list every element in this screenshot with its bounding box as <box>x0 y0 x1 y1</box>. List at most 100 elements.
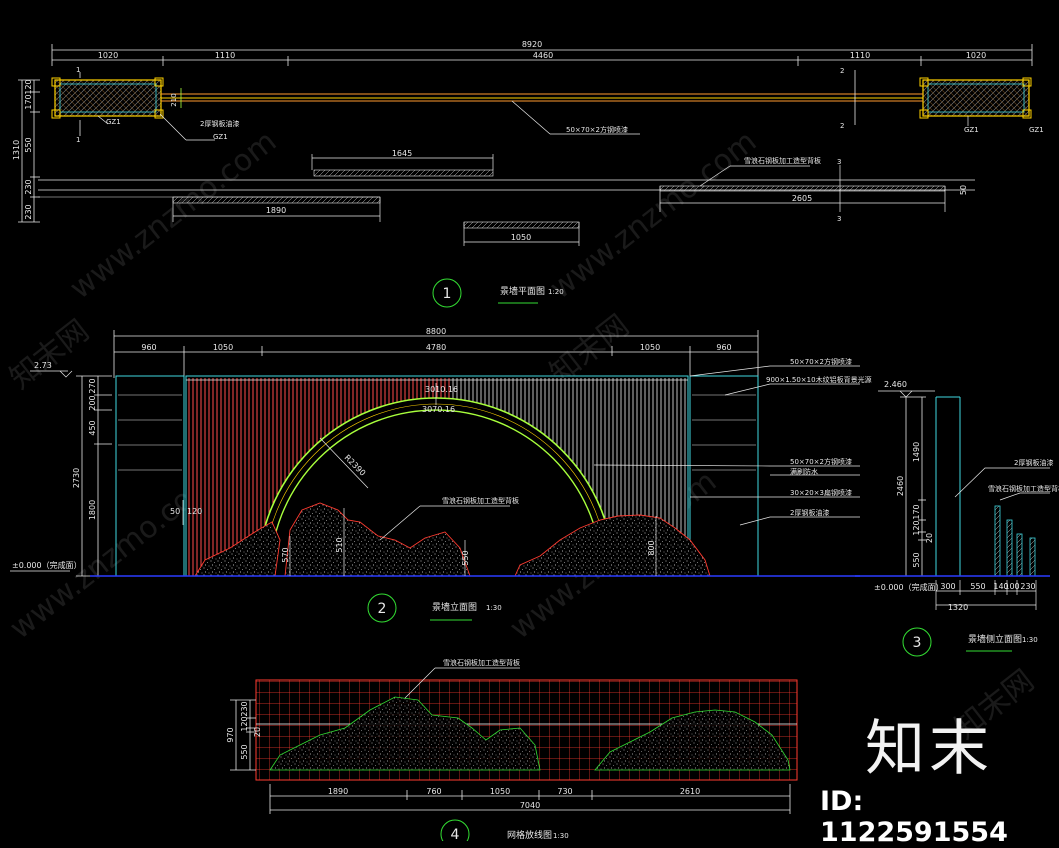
svg-text:2厚钢板油漆: 2厚钢板油漆 <box>790 508 829 517</box>
title-plan: 景墙平面图 <box>500 285 545 297</box>
svg-text:20: 20 <box>253 727 262 737</box>
svg-text:2610: 2610 <box>680 787 700 796</box>
svg-text:230: 230 <box>240 701 249 716</box>
svg-text:100: 100 <box>1004 582 1019 591</box>
svg-text:1050: 1050 <box>490 787 510 796</box>
svg-text:20: 20 <box>925 533 934 543</box>
dim-3: 4460 <box>533 51 553 60</box>
grid-layout: 雪浪石钢板加工造型背板 230 120 20 550 970 1890 760 … <box>226 658 798 841</box>
svg-text:满刷防水: 满刷防水 <box>790 467 818 476</box>
svg-text:170: 170 <box>24 94 33 109</box>
title-elevation: 景墙立面图 <box>432 601 477 613</box>
svg-text:210: 210 <box>170 93 178 106</box>
svg-text:570: 570 <box>281 547 290 562</box>
title-number-1: 1 <box>443 286 452 302</box>
svg-text:GZ1: GZ1 <box>1029 126 1044 134</box>
svg-text:1890: 1890 <box>328 787 348 796</box>
svg-text:3: 3 <box>837 158 841 166</box>
title-side: 景墙侧立面图 <box>968 633 1022 645</box>
svg-text:1645: 1645 <box>392 149 412 158</box>
svg-text:1050: 1050 <box>511 233 531 242</box>
svg-text:3070.16: 3070.16 <box>422 405 455 414</box>
svg-text:50: 50 <box>959 185 968 195</box>
svg-text:1:30: 1:30 <box>1022 636 1038 644</box>
svg-text:2.460: 2.460 <box>884 380 907 389</box>
svg-text:雪浪石钢板加工造型背板: 雪浪石钢板加工造型背板 <box>443 658 520 667</box>
col-label: GZ1 <box>106 118 121 126</box>
svg-text:120: 120 <box>912 520 921 535</box>
title-grid: 网格放线图 <box>507 829 552 841</box>
svg-text:1:20: 1:20 <box>548 288 564 296</box>
title-number-3: 3 <box>913 635 922 651</box>
svg-text:800: 800 <box>647 540 656 555</box>
svg-text:50: 50 <box>170 507 180 516</box>
dim-4: 1110 <box>850 51 870 60</box>
svg-text:510: 510 <box>335 537 344 552</box>
title-number-2: 2 <box>378 601 387 617</box>
svg-text:雪浪石钢板加工造型背板: 雪浪石钢板加工造型背板 <box>744 156 821 165</box>
svg-text:雪浪石钢板加工造型背板: 雪浪石钢板加工造型背板 <box>988 484 1059 493</box>
svg-text:1490: 1490 <box>912 442 921 462</box>
svg-text:550: 550 <box>970 582 985 591</box>
svg-text:1890: 1890 <box>266 206 286 215</box>
title-number-4: 4 <box>451 827 460 841</box>
dim-2: 1110 <box>215 51 235 60</box>
svg-text:2厚钢板油漆: 2厚钢板油漆 <box>1014 458 1053 467</box>
svg-text:550: 550 <box>24 137 33 152</box>
svg-text:±0.000（完成面）: ±0.000（完成面） <box>874 582 944 592</box>
svg-text:960: 960 <box>716 343 731 352</box>
image-id: ID: 1122591554 <box>820 786 1008 848</box>
svg-text:450: 450 <box>88 420 97 435</box>
svg-text:7040: 7040 <box>520 801 540 810</box>
side-elevation: 2.460 2460 1490 170 120 20 550 ±0.000（完成… <box>855 380 1059 657</box>
svg-text:1800: 1800 <box>88 500 97 520</box>
svg-text:2.73: 2.73 <box>34 361 52 370</box>
svg-text:1:30: 1:30 <box>486 604 502 612</box>
dim-1: 1020 <box>98 51 118 60</box>
svg-text:2: 2 <box>840 67 844 75</box>
pipe-label: 50×70×2方钢喷漆 <box>566 125 628 134</box>
front-elevation: 8800 960 1050 4780 1050 960 2.73 ±0.000（… <box>10 327 872 623</box>
svg-text:900×1.50×10木纹铝板背景光源: 900×1.50×10木纹铝板背景光源 <box>766 375 872 384</box>
dim-total: 8920 <box>522 40 542 49</box>
svg-text:1310: 1310 <box>12 140 21 160</box>
svg-text:200: 200 <box>88 395 97 410</box>
svg-text:2厚钢板油漆: 2厚钢板油漆 <box>200 119 239 128</box>
svg-text:230: 230 <box>24 204 33 219</box>
svg-text:300: 300 <box>940 582 955 591</box>
svg-text:970: 970 <box>226 727 235 742</box>
svg-text:120: 120 <box>187 507 202 516</box>
svg-text:550: 550 <box>912 552 921 567</box>
svg-text:3010.16: 3010.16 <box>425 385 458 394</box>
svg-text:3: 3 <box>837 215 841 223</box>
svg-text:550: 550 <box>461 550 470 565</box>
svg-text:GZ1: GZ1 <box>964 126 979 134</box>
svg-text:120: 120 <box>240 716 249 731</box>
svg-text:760: 760 <box>426 787 441 796</box>
svg-text:30×20×3扁钢喷漆: 30×20×3扁钢喷漆 <box>790 488 852 497</box>
plan-view: 8920 1020 1110 4460 1110 1020 120 170 55… <box>12 40 1044 308</box>
svg-text:50×70×2方钢喷漆: 50×70×2方钢喷漆 <box>790 357 852 366</box>
svg-text:1:30: 1:30 <box>553 832 569 840</box>
svg-text:1320: 1320 <box>948 603 968 612</box>
svg-text:±0.000（完成面）: ±0.000（完成面） <box>12 560 82 570</box>
svg-text:1: 1 <box>76 136 80 144</box>
svg-text:www.znzmo.com: www.znzmo.com <box>543 124 763 306</box>
svg-text:2605: 2605 <box>792 194 812 203</box>
svg-text:550: 550 <box>240 744 249 759</box>
svg-text:4780: 4780 <box>426 343 446 352</box>
svg-text:1050: 1050 <box>213 343 233 352</box>
svg-text:960: 960 <box>141 343 156 352</box>
svg-text:雪浪石钢板加工造型背板: 雪浪石钢板加工造型背板 <box>442 496 519 505</box>
svg-text:270: 270 <box>88 378 97 393</box>
svg-text:230: 230 <box>24 179 33 194</box>
dim-5: 1020 <box>966 51 986 60</box>
svg-text:50×70×2方钢喷漆: 50×70×2方钢喷漆 <box>790 457 852 466</box>
svg-text:GZ1: GZ1 <box>213 133 228 141</box>
svg-text:230: 230 <box>1020 582 1035 591</box>
svg-text:8800: 8800 <box>426 327 446 336</box>
svg-text:170: 170 <box>912 504 921 519</box>
svg-text:2730: 2730 <box>72 468 81 488</box>
svg-text:2460: 2460 <box>896 476 905 496</box>
svg-text:730: 730 <box>557 787 572 796</box>
